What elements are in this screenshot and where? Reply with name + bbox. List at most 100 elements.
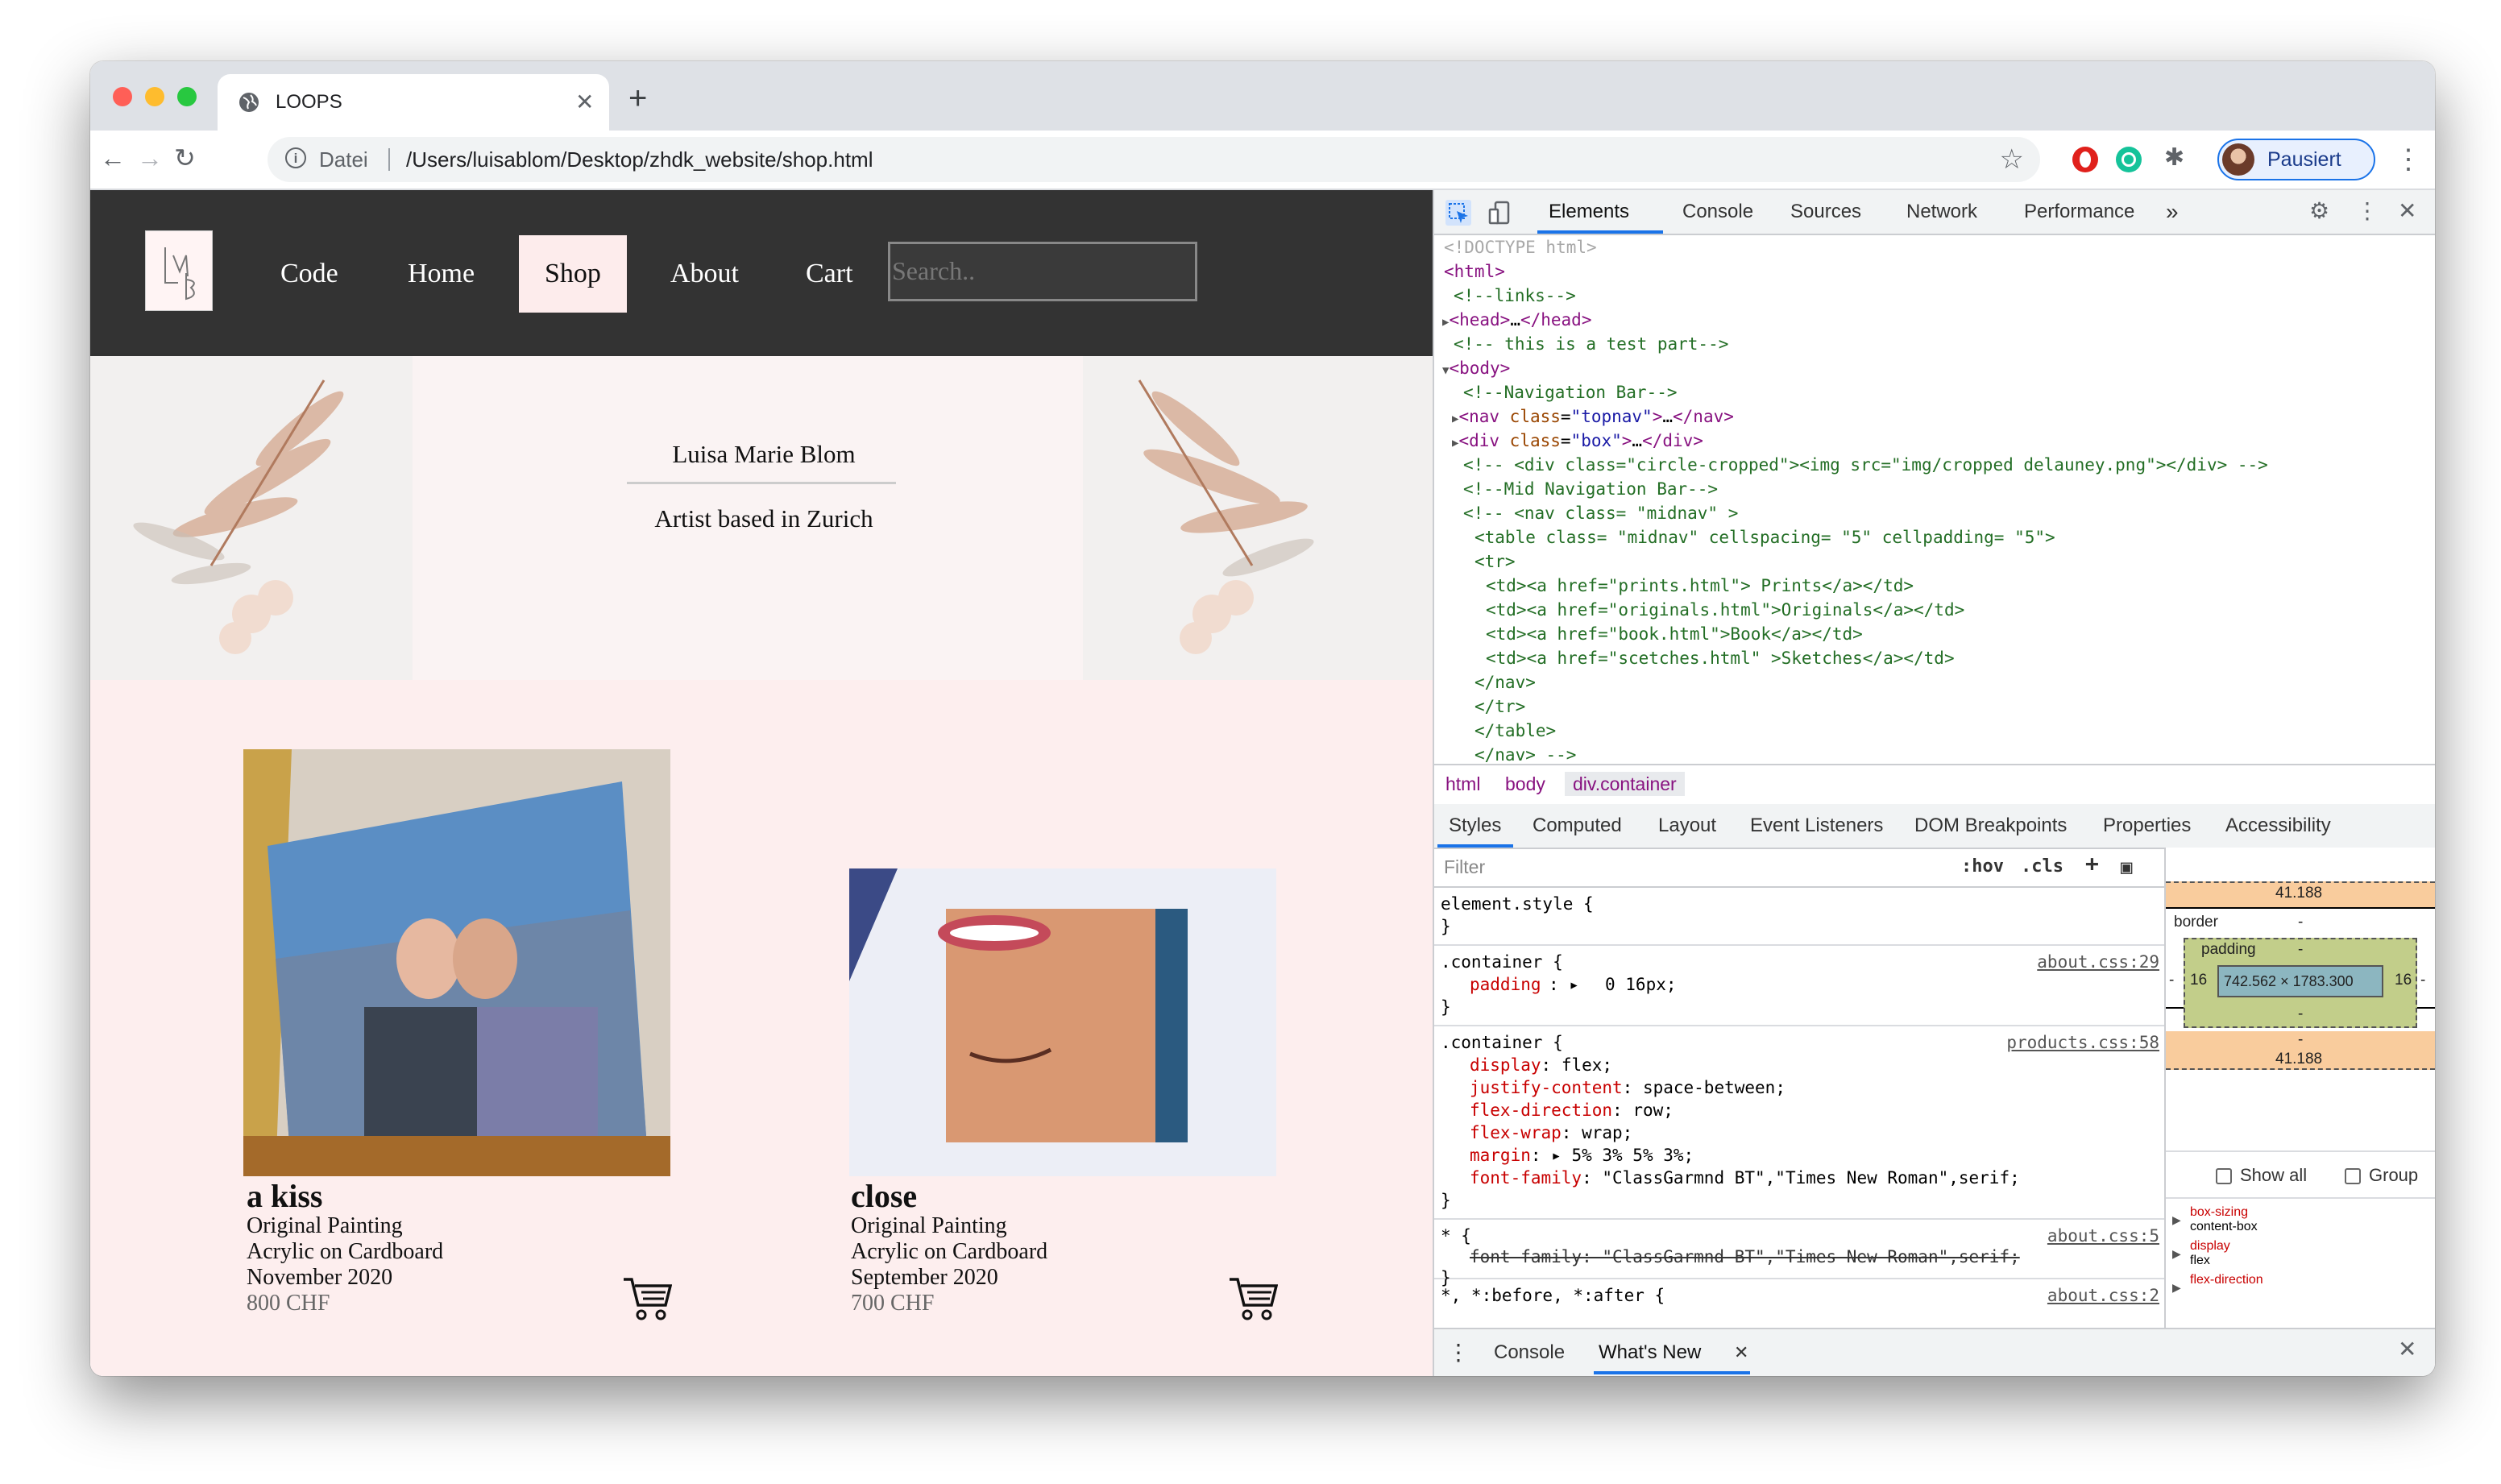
rule-source-link[interactable]: about.css:2 — [2047, 1284, 2159, 1307]
group-label[interactable]: Group — [2369, 1167, 2418, 1184]
css-prop-name[interactable]: font-family — [1470, 1168, 1582, 1188]
css-declaration[interactable]: font-family: "ClassGarmnd BT","Times New… — [1470, 1167, 2020, 1189]
tab-network[interactable]: Network — [1906, 200, 1977, 224]
devtools-menu-icon[interactable]: ⋮ — [2356, 198, 2379, 224]
rule-source-link[interactable]: about.css:5 — [2047, 1225, 2159, 1247]
css-prop-value[interactable]: 0 16px; — [1605, 973, 1677, 996]
toggle-sidebar-icon[interactable]: ▣ — [2121, 855, 2132, 879]
site-search-input[interactable]: Search.. — [888, 242, 1197, 301]
dom-node[interactable]: <!--links--> — [1434, 284, 2435, 308]
subtab-styles[interactable]: Styles — [1449, 814, 1501, 838]
border-bottom-value[interactable]: - — [2298, 1031, 2303, 1049]
computed-property[interactable]: ▶ flex-direction — [2166, 1273, 2435, 1294]
add-to-cart-icon[interactable] — [1228, 1275, 1278, 1321]
dom-node[interactable]: <td><a href="originals.html">Originals</… — [1434, 598, 2435, 622]
address-url[interactable]: /Users/luisablom/Desktop/zhdk_website/sh… — [406, 147, 873, 172]
dom-node[interactable]: ▶<head>…</head> — [1434, 308, 2435, 332]
dom-node[interactable]: <html> — [1434, 259, 2435, 284]
css-declaration[interactable]: flex-direction: row; — [1470, 1099, 2020, 1121]
settings-gear-icon[interactable]: ⚙ — [2309, 198, 2329, 224]
show-all-checkbox[interactable] — [2216, 1168, 2232, 1184]
overridden-declaration[interactable]: font-family: "ClassGarmnd BT","Times New… — [1470, 1246, 2020, 1268]
css-prop-name[interactable]: margin — [1470, 1146, 1531, 1165]
border-value[interactable]: - — [2298, 914, 2303, 931]
new-tab-button[interactable]: + — [628, 82, 647, 114]
tab-elements[interactable]: Elements — [1549, 200, 1629, 224]
css-declaration[interactable]: justify-content: space-between; — [1470, 1076, 2020, 1099]
dom-node[interactable]: <!-- this is a test part--> — [1434, 332, 2435, 356]
bookmark-star-icon[interactable]: ☆ — [2000, 143, 2024, 176]
dom-node[interactable]: <tr> — [1434, 549, 2435, 574]
dom-node[interactable]: </nav> --> — [1434, 743, 2435, 764]
subtab-dom-breakpoints[interactable]: DOM Breakpoints — [1914, 814, 2067, 838]
nav-link-about[interactable]: About — [670, 235, 739, 313]
forward-arrow-icon[interactable]: → — [137, 142, 163, 174]
address-bar[interactable]: i Datei /Users/luisablom/Desktop/zhdk_we… — [268, 137, 2040, 182]
rule-source-link[interactable]: products.css:58 — [2006, 1031, 2159, 1054]
content-size-value[interactable]: 742.562 × 1783.300 — [2224, 972, 2354, 990]
group-checkbox[interactable] — [2345, 1168, 2361, 1184]
close-tab-icon[interactable]: ✕ — [575, 89, 594, 116]
profile-button[interactable]: Pausiert — [2217, 139, 2375, 180]
opera-extension-icon[interactable] — [2072, 147, 2098, 172]
breadcrumb-body[interactable]: body — [1505, 772, 1545, 796]
dom-node[interactable]: </tr> — [1434, 694, 2435, 719]
css-declaration[interactable]: margin: ▸ 5% 3% 5% 3%; — [1470, 1144, 2020, 1167]
dom-node[interactable]: <!DOCTYPE html> — [1434, 235, 2435, 259]
css-prop-name[interactable]: justify-content — [1470, 1078, 1623, 1097]
dom-node[interactable]: </nav> — [1434, 670, 2435, 694]
rule-source-link[interactable]: about.css:29 — [2037, 951, 2159, 973]
expand-triangle-icon[interactable]: ▶ — [2172, 1247, 2181, 1261]
new-rule-plus-icon[interactable]: + — [2085, 852, 2099, 876]
css-prop-value[interactable]: "ClassGarmnd BT","Times New Roman",serif… — [1602, 1168, 2019, 1188]
drawer-tab-console[interactable]: Console — [1494, 1341, 1565, 1365]
css-prop-value[interactable]: 5% 3% 5% 3%; — [1571, 1146, 1694, 1165]
css-declaration[interactable]: display: flex; — [1470, 1054, 2020, 1076]
expand-triangle-icon[interactable]: ▶ — [2172, 1281, 2181, 1295]
nav-link-cart[interactable]: Cart — [806, 235, 853, 313]
subtab-accessibility[interactable]: Accessibility — [2225, 814, 2331, 838]
computed-property[interactable]: ▶ box-sizing content-box — [2166, 1205, 2435, 1234]
product-image-close[interactable] — [849, 868, 1276, 1176]
padding-bottom-value[interactable]: - — [2298, 1005, 2303, 1023]
drawer-tab-whats-new[interactable]: What's New — [1599, 1341, 1701, 1365]
dom-node[interactable]: ▼<body> — [1434, 356, 2435, 380]
add-to-cart-icon[interactable] — [622, 1275, 672, 1321]
product-title[interactable]: close — [851, 1179, 1047, 1213]
dom-tree[interactable]: <!DOCTYPE html> <html> <!--links--> ▶<head>… — [1434, 235, 2435, 764]
styles-filter-input[interactable]: Filter :hov .cls + ▣ — [1434, 848, 2164, 888]
info-icon[interactable]: i — [285, 147, 306, 168]
subtab-event-listeners[interactable]: Event Listeners — [1750, 814, 1883, 838]
tab-sources[interactable]: Sources — [1790, 200, 1861, 224]
dom-node[interactable]: <!-- <nav class= "midnav" > — [1434, 501, 2435, 525]
dom-node[interactable]: <!--Mid Navigation Bar--> — [1434, 477, 2435, 501]
css-prop-value[interactable]: wrap; — [1582, 1123, 1632, 1142]
dom-node[interactable]: <!-- <div class="circle-cropped"><img sr… — [1434, 453, 2435, 477]
close-whats-new-icon[interactable]: ✕ — [1734, 1341, 1748, 1365]
expand-triangle-icon[interactable]: ▶ — [2172, 1213, 2181, 1227]
nav-link-code[interactable]: Code — [280, 235, 338, 313]
back-arrow-icon[interactable]: ← — [100, 142, 126, 174]
dom-node[interactable]: ▶<nav class="topnav">…</nav> — [1434, 404, 2435, 429]
dom-node[interactable]: <td><a href="book.html">Book</a></td> — [1434, 622, 2435, 646]
padding-top-value[interactable]: - — [2298, 941, 2303, 959]
css-declaration[interactable]: flex-wrap: wrap; — [1470, 1121, 2020, 1144]
browser-menu-icon[interactable]: ⋮ — [2395, 145, 2422, 174]
close-devtools-icon[interactable]: ✕ — [2398, 198, 2416, 224]
close-window-button[interactable] — [113, 87, 132, 106]
breadcrumb-div-container[interactable]: div.container — [1565, 772, 1685, 796]
dom-node[interactable]: <table class= "midnav" cellspacing= "5" … — [1434, 525, 2435, 549]
show-all-label[interactable]: Show all — [2240, 1167, 2307, 1184]
margin-top-value[interactable]: 41.188 — [2275, 885, 2322, 902]
close-drawer-icon[interactable]: ✕ — [2398, 1337, 2416, 1362]
dom-node[interactable]: <!--Navigation Bar--> — [1434, 380, 2435, 404]
margin-left-value[interactable]: - — [2169, 972, 2174, 989]
css-prop-name[interactable]: padding — [1470, 973, 1541, 996]
drawer-menu-icon[interactable]: ⋮ — [1447, 1341, 1470, 1365]
product-title[interactable]: a kiss — [247, 1179, 443, 1213]
product-image-a-kiss[interactable] — [243, 749, 670, 1176]
tab-console[interactable]: Console — [1682, 200, 1753, 224]
padding-right-value[interactable]: 16 — [2395, 972, 2412, 989]
browser-tab[interactable]: LOOPS ✕ — [218, 74, 609, 131]
subtab-computed[interactable]: Computed — [1533, 814, 1622, 838]
